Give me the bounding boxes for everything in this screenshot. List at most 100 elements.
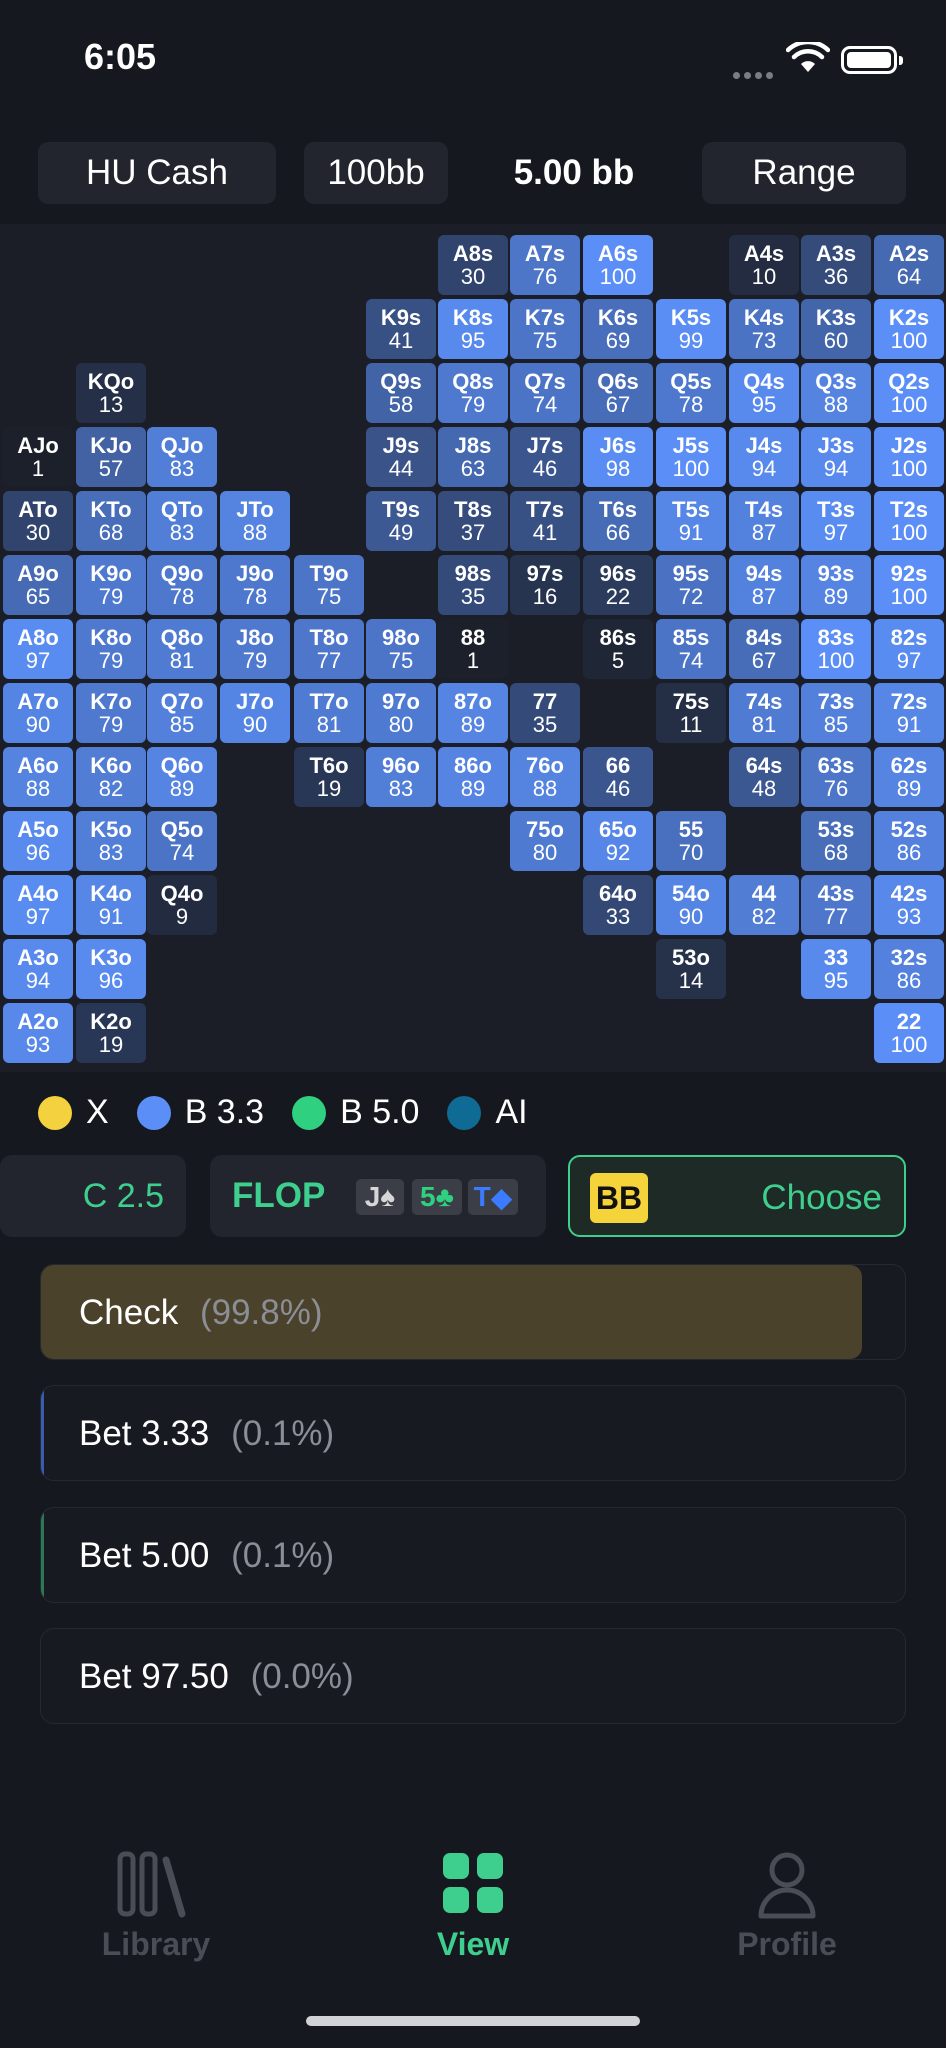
range-cell-55[interactable]: 55 70 bbox=[656, 811, 726, 871]
range-cell-22[interactable]: 22 100 bbox=[874, 1003, 944, 1063]
range-cell-62s[interactable]: 62s 89 bbox=[874, 747, 944, 807]
action-row[interactable]: Bet 3.33 (0.1%) bbox=[40, 1385, 906, 1481]
range-cell-k8s[interactable]: K8s 95 bbox=[438, 299, 508, 359]
range-cell-k5o[interactable]: K5o 83 bbox=[76, 811, 146, 871]
range-cell-k2s[interactable]: K2s 100 bbox=[874, 299, 944, 359]
range-cell-t7o[interactable]: T7o 81 bbox=[294, 683, 364, 743]
range-cell-a7s[interactable]: A7s 76 bbox=[510, 235, 580, 295]
range-cell-97o[interactable]: 97o 80 bbox=[366, 683, 436, 743]
range-cell-t8s[interactable]: T8s 37 bbox=[438, 491, 508, 551]
flop-street-chip[interactable]: FLOP J ♠ 5 ♣ T ◆ bbox=[210, 1155, 546, 1237]
range-cell-a9o[interactable]: A9o 65 bbox=[3, 555, 73, 615]
range-cell-kqo[interactable]: KQo 13 bbox=[76, 363, 146, 423]
range-cell-k4o[interactable]: K4o 91 bbox=[76, 875, 146, 935]
range-cell-kto[interactable]: KTo 68 bbox=[76, 491, 146, 551]
choose-action-button[interactable]: BB Choose bbox=[568, 1155, 906, 1237]
range-cell-ajo[interactable]: AJo 1 bbox=[3, 427, 73, 487]
range-cell-a2o[interactable]: A2o 93 bbox=[3, 1003, 73, 1063]
range-cell-q6s[interactable]: Q6s 67 bbox=[583, 363, 653, 423]
range-cell-q3s[interactable]: Q3s 88 bbox=[801, 363, 871, 423]
range-cell-53o[interactable]: 53o 14 bbox=[656, 939, 726, 999]
range-cell-q4o[interactable]: Q4o 9 bbox=[147, 875, 217, 935]
game-type-button[interactable]: HU Cash bbox=[38, 142, 276, 204]
range-cell-t4s[interactable]: T4s 87 bbox=[729, 491, 799, 551]
range-cell-83s[interactable]: 83s 100 bbox=[801, 619, 871, 679]
range-cell-j6s[interactable]: J6s 98 bbox=[583, 427, 653, 487]
range-cell-k7s[interactable]: K7s 75 bbox=[510, 299, 580, 359]
range-cell-t9s[interactable]: T9s 49 bbox=[366, 491, 436, 551]
range-cell-a8s[interactable]: A8s 30 bbox=[438, 235, 508, 295]
range-cell-a3s[interactable]: A3s 36 bbox=[801, 235, 871, 295]
range-cell-ato[interactable]: ATo 30 bbox=[3, 491, 73, 551]
range-cell-j9s[interactable]: J9s 44 bbox=[366, 427, 436, 487]
range-cell-q7s[interactable]: Q7s 74 bbox=[510, 363, 580, 423]
range-cell-t7s[interactable]: T7s 41 bbox=[510, 491, 580, 551]
range-cell-t2s[interactable]: T2s 100 bbox=[874, 491, 944, 551]
range-cell-86s[interactable]: 86s 5 bbox=[583, 619, 653, 679]
range-cell-76o[interactable]: 76o 88 bbox=[510, 747, 580, 807]
range-cell-q9o[interactable]: Q9o 78 bbox=[147, 555, 217, 615]
tab-profile[interactable]: Profile bbox=[687, 1850, 887, 1963]
range-cell-44[interactable]: 44 82 bbox=[729, 875, 799, 935]
range-cell-k6s[interactable]: K6s 69 bbox=[583, 299, 653, 359]
range-cell-65o[interactable]: 65o 92 bbox=[583, 811, 653, 871]
range-cell-k5s[interactable]: K5s 99 bbox=[656, 299, 726, 359]
range-cell-a6s[interactable]: A6s 100 bbox=[583, 235, 653, 295]
range-cell-93s[interactable]: 93s 89 bbox=[801, 555, 871, 615]
action-row[interactable]: Bet 5.00 (0.1%) bbox=[40, 1507, 906, 1603]
range-cell-a8o[interactable]: A8o 97 bbox=[3, 619, 73, 679]
range-cell-98s[interactable]: 98s 35 bbox=[438, 555, 508, 615]
range-cell-k3s[interactable]: K3s 60 bbox=[801, 299, 871, 359]
range-cell-a7o[interactable]: A7o 90 bbox=[3, 683, 73, 743]
range-cell-j8o[interactable]: J8o 79 bbox=[220, 619, 290, 679]
action-row[interactable]: Check (99.8%) bbox=[40, 1264, 906, 1360]
range-cell-94s[interactable]: 94s 87 bbox=[729, 555, 799, 615]
range-cell-75o[interactable]: 75o 80 bbox=[510, 811, 580, 871]
range-cell-43s[interactable]: 43s 77 bbox=[801, 875, 871, 935]
range-cell-q6o[interactable]: Q6o 89 bbox=[147, 747, 217, 807]
range-cell-q5o[interactable]: Q5o 74 bbox=[147, 811, 217, 871]
range-cell-q8o[interactable]: Q8o 81 bbox=[147, 619, 217, 679]
range-cell-k8o[interactable]: K8o 79 bbox=[76, 619, 146, 679]
range-cell-k9s[interactable]: K9s 41 bbox=[366, 299, 436, 359]
range-cell-t6s[interactable]: T6s 66 bbox=[583, 491, 653, 551]
range-cell-72s[interactable]: 72s 91 bbox=[874, 683, 944, 743]
action-row[interactable]: Bet 97.50 (0.0%) bbox=[40, 1628, 906, 1724]
range-cell-42s[interactable]: 42s 93 bbox=[874, 875, 944, 935]
range-cell-a4o[interactable]: A4o 97 bbox=[3, 875, 73, 935]
range-cell-a5o[interactable]: A5o 96 bbox=[3, 811, 73, 871]
range-cell-k7o[interactable]: K7o 79 bbox=[76, 683, 146, 743]
range-cell-53s[interactable]: 53s 68 bbox=[801, 811, 871, 871]
range-cell-j2s[interactable]: J2s 100 bbox=[874, 427, 944, 487]
range-cell-73s[interactable]: 73s 85 bbox=[801, 683, 871, 743]
range-cell-q5s[interactable]: Q5s 78 bbox=[656, 363, 726, 423]
range-cell-qjo[interactable]: QJo 83 bbox=[147, 427, 217, 487]
range-cell-63s[interactable]: 63s 76 bbox=[801, 747, 871, 807]
range-cell-64o[interactable]: 64o 33 bbox=[583, 875, 653, 935]
range-cell-82s[interactable]: 82s 97 bbox=[874, 619, 944, 679]
range-cell-q7o[interactable]: Q7o 85 bbox=[147, 683, 217, 743]
range-cell-85s[interactable]: 85s 74 bbox=[656, 619, 726, 679]
range-cell-j3s[interactable]: J3s 94 bbox=[801, 427, 871, 487]
range-cell-jto[interactable]: JTo 88 bbox=[220, 491, 290, 551]
previous-action-chip[interactable]: C 2.5 bbox=[0, 1155, 186, 1237]
range-cell-96o[interactable]: 96o 83 bbox=[366, 747, 436, 807]
range-cell-k4s[interactable]: K4s 73 bbox=[729, 299, 799, 359]
range-cell-75s[interactable]: 75s 11 bbox=[656, 683, 726, 743]
range-cell-j8s[interactable]: J8s 63 bbox=[438, 427, 508, 487]
range-cell-54o[interactable]: 54o 90 bbox=[656, 875, 726, 935]
range-cell-q2s[interactable]: Q2s 100 bbox=[874, 363, 944, 423]
range-cell-k9o[interactable]: K9o 79 bbox=[76, 555, 146, 615]
tab-view[interactable]: View bbox=[373, 1850, 573, 1963]
range-cell-k2o[interactable]: K2o 19 bbox=[76, 1003, 146, 1063]
tab-library[interactable]: Library bbox=[56, 1850, 256, 1963]
range-cell-98o[interactable]: 98o 75 bbox=[366, 619, 436, 679]
range-cell-j5s[interactable]: J5s 100 bbox=[656, 427, 726, 487]
range-cell-t3s[interactable]: T3s 97 bbox=[801, 491, 871, 551]
range-cell-q8s[interactable]: Q8s 79 bbox=[438, 363, 508, 423]
range-cell-52s[interactable]: 52s 86 bbox=[874, 811, 944, 871]
range-cell-86o[interactable]: 86o 89 bbox=[438, 747, 508, 807]
range-cell-q4s[interactable]: Q4s 95 bbox=[729, 363, 799, 423]
range-cell-66[interactable]: 66 46 bbox=[583, 747, 653, 807]
range-cell-j9o[interactable]: J9o 78 bbox=[220, 555, 290, 615]
